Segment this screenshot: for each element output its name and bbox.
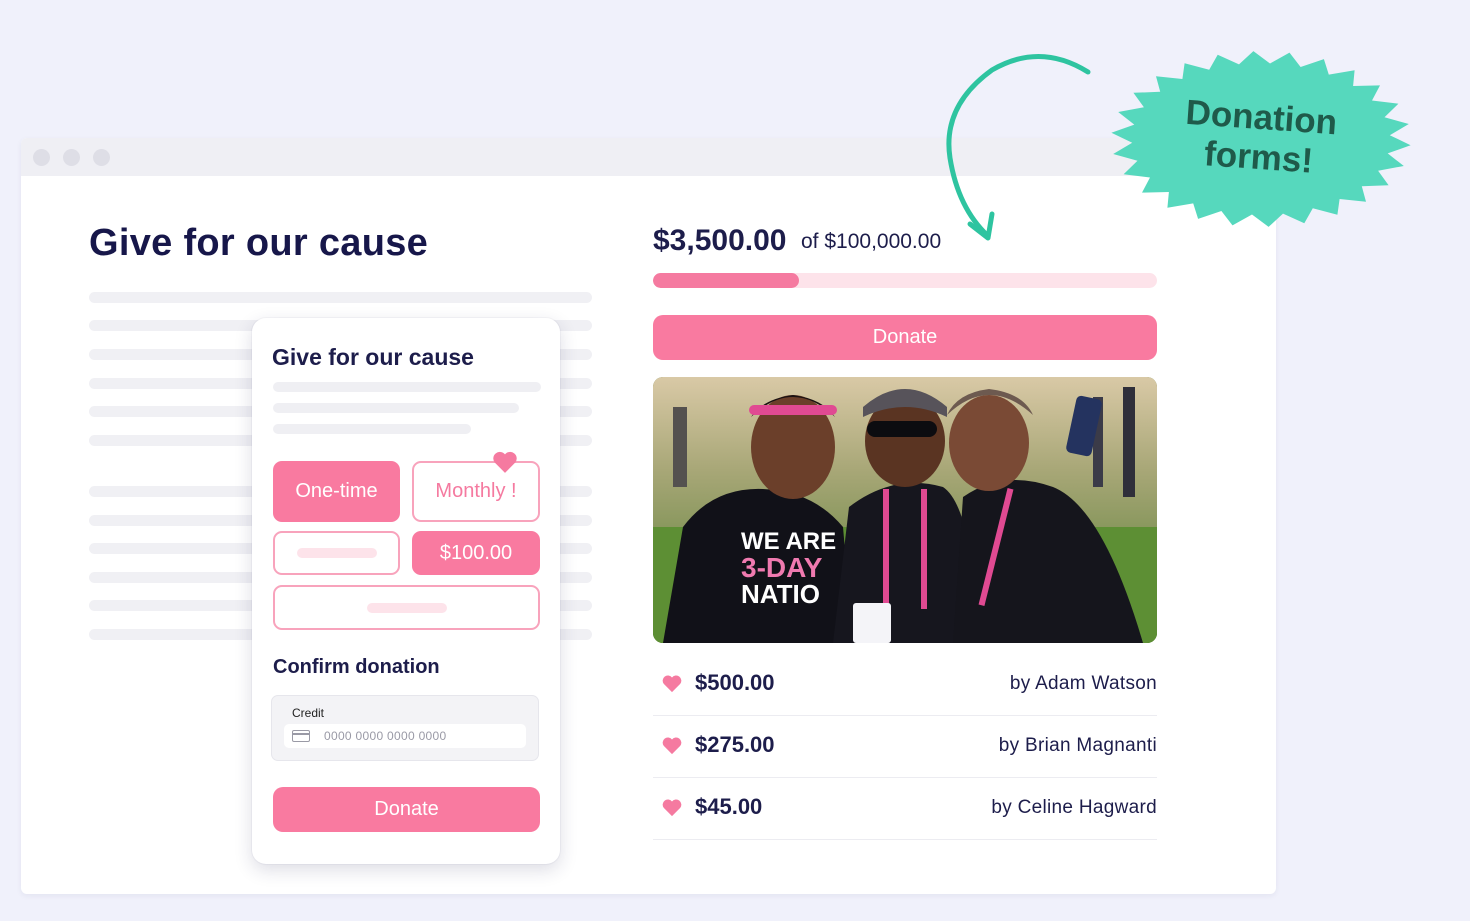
amount-option-selected[interactable]: $100.00: [412, 531, 540, 575]
donation-form-card: Give for our cause One-time Monthly ! $1…: [252, 318, 560, 864]
custom-amount-option[interactable]: [273, 531, 400, 575]
donation-row: $45.00 by Celine Hagward: [653, 777, 1157, 840]
browser-window: Give for our cause $3,500.00 of $100,000…: [21, 138, 1276, 894]
heart-icon: [493, 451, 517, 473]
callout-text: Donation forms!: [1184, 92, 1339, 181]
donor-name: by Adam Watson: [1009, 673, 1157, 694]
donor-name: by Brian Magnanti: [998, 735, 1157, 756]
donation-row: $500.00 by Adam Watson: [653, 653, 1157, 716]
progress-bar: [653, 273, 1157, 288]
card-number-placeholder: 0000 0000 0000 0000: [324, 729, 447, 743]
skeleton-line: [273, 382, 541, 392]
window-dot-minimize[interactable]: [63, 149, 80, 166]
window-dot-maximize[interactable]: [93, 149, 110, 166]
donor-name: by Celine Hagward: [991, 797, 1157, 818]
window-dot-close[interactable]: [33, 149, 50, 166]
heart-icon: [662, 675, 682, 693]
skeleton-line: [273, 403, 519, 413]
amount-raised: $3,500.00: [653, 224, 787, 257]
placeholder-bar: [296, 548, 377, 558]
svg-text:WE ARE: WE ARE: [741, 528, 836, 555]
other-amount-field[interactable]: [273, 585, 540, 630]
card-donate-button[interactable]: Donate: [273, 787, 540, 832]
card-number-input[interactable]: 0000 0000 0000 0000: [284, 724, 526, 748]
monthly-option[interactable]: Monthly !: [412, 461, 540, 522]
donation-amount: $500.00: [695, 670, 775, 695]
page-title: Give for our cause: [89, 222, 429, 264]
skeleton-line: [273, 424, 471, 434]
credit-card-section: Credit 0000 0000 0000 0000: [271, 695, 539, 761]
donation-amount: $275.00: [695, 732, 775, 757]
svg-text:NATIO: NATIO: [741, 579, 820, 609]
card-title: Give for our cause: [272, 344, 474, 370]
confirm-donation-heading: Confirm donation: [273, 656, 440, 678]
goal-amount: of $100,000.00: [801, 230, 942, 253]
credit-label: Credit: [292, 706, 325, 720]
heart-icon: [662, 737, 682, 755]
one-time-option[interactable]: One-time: [273, 461, 400, 522]
donation-amount: $45.00: [695, 794, 763, 819]
placeholder-bar: [366, 602, 447, 613]
heart-icon: [662, 799, 682, 817]
donation-row: $275.00 by Brian Magnanti: [653, 715, 1157, 778]
group-photo: WE ARE 3-DAY NATIO: [653, 377, 1157, 643]
donate-button[interactable]: Donate: [653, 315, 1157, 360]
curved-arrow-icon: [946, 54, 1091, 241]
progress-bar-fill: [653, 273, 800, 288]
credit-card-icon: [292, 730, 310, 742]
